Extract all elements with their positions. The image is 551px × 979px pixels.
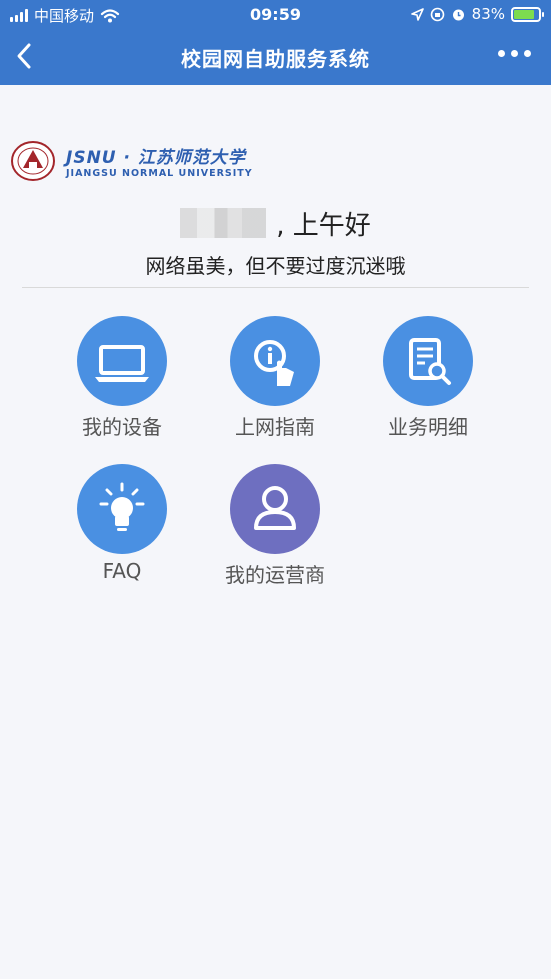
logo-subtitle: JIANGSU NORMAL UNIVERSITY <box>66 168 253 179</box>
page-title: 校园网自助服务系统 <box>181 47 370 71</box>
menu-internet-guide[interactable]: 上网指南 <box>205 316 345 440</box>
laptop-icon <box>95 345 149 382</box>
location-icon <box>410 7 424 21</box>
battery-percent: 83% <box>471 5 505 23</box>
menu-label: 业务明细 <box>388 415 468 439</box>
top-bar: 中国移动 09:59 83% 校园网自助服务系统 <box>0 0 551 85</box>
status-bar: 中国移动 09:59 83% <box>0 0 551 30</box>
divider <box>22 287 529 288</box>
battery-icon <box>511 6 544 22</box>
rotation-lock-icon <box>430 7 444 21</box>
logo-name: JSNU · 江苏师范大学 <box>66 148 246 168</box>
seal-icon <box>11 141 55 181</box>
menu-faq[interactable]: FAQ <box>52 464 192 583</box>
university-logo: JSNU · 江苏师范大学 JIANGSU NORMAL UNIVERSITY <box>10 140 253 182</box>
user-icon <box>254 486 296 530</box>
greeting: , 上午好 <box>0 205 551 242</box>
greeting-subtitle: 网络虽美，但不要过度沉迷哦 <box>145 254 406 278</box>
menu-my-devices[interactable]: 我的设备 <box>52 316 192 440</box>
menu-label: 上网指南 <box>235 415 315 439</box>
menu-label: 我的设备 <box>82 415 162 439</box>
more-icon[interactable] <box>498 50 531 57</box>
alarm-icon <box>452 9 464 20</box>
menu-business-details[interactable]: 业务明细 <box>358 316 498 440</box>
lightbulb-icon <box>99 482 145 531</box>
menu-my-carrier[interactable]: 我的运营商 <box>205 464 345 588</box>
blurred-username <box>180 208 267 238</box>
info-touch-icon <box>254 340 294 386</box>
nav-bar: 校园网自助服务系统 <box>0 30 551 85</box>
menu-label: FAQ <box>102 559 142 583</box>
document-search-icon <box>409 338 451 385</box>
greeting-text: , 上午好 <box>276 211 371 241</box>
menu-label: 我的运营商 <box>225 563 325 587</box>
